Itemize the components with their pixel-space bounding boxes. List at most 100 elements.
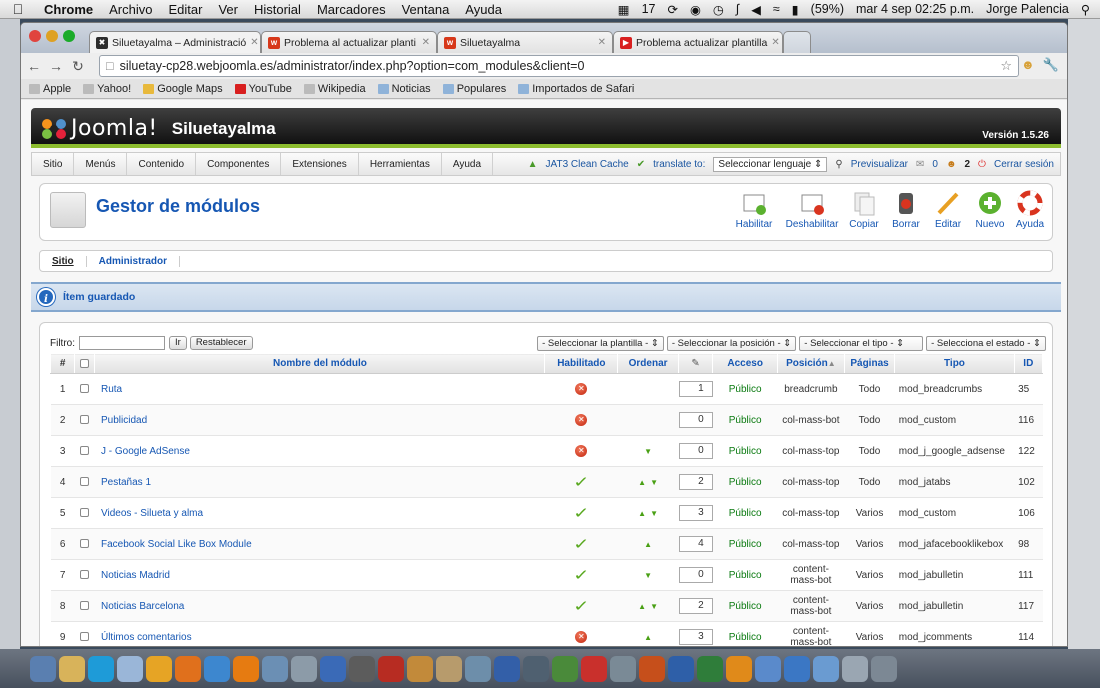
itunes-icon[interactable] (320, 655, 346, 682)
preview-link[interactable]: Previsualizar (851, 159, 908, 170)
order-input[interactable]: 0 (678, 412, 713, 428)
enable-button[interactable]: Habilitar (730, 190, 778, 230)
vlc-icon[interactable] (233, 655, 259, 682)
bookmark-yahoo[interactable]: Yahoo! (83, 83, 131, 95)
tab-problema-plantilla[interactable]: ▶ Problema actualizar plantilla ✕ (613, 31, 783, 53)
dropbox-icon[interactable] (755, 655, 781, 682)
access-link[interactable]: Público (712, 621, 778, 646)
extension-icon[interactable]: ☻ (1021, 57, 1035, 73)
timemachine-icon[interactable]: ◷ (711, 2, 726, 17)
trash-icon[interactable] (871, 655, 897, 682)
reset-button[interactable]: Restablecer (189, 336, 253, 350)
safari-icon[interactable] (117, 655, 143, 682)
move-up-icon[interactable]: ▲ (638, 478, 646, 487)
filter-input[interactable] (79, 336, 165, 350)
move-down-icon[interactable]: ▼ (650, 602, 658, 611)
col-access[interactable]: Acceso (712, 353, 779, 374)
bookmark-google-maps[interactable]: Google Maps (143, 83, 223, 95)
calendar-icon[interactable] (291, 655, 317, 682)
col-order[interactable]: Ordenar (617, 353, 679, 374)
module-name-link[interactable]: Noticias Madrid (94, 559, 545, 591)
excel-icon[interactable] (697, 655, 723, 682)
bluetooth-icon[interactable]: ∫ (734, 2, 741, 16)
menu-ayuda[interactable]: Ayuda (442, 153, 494, 175)
tab-problema-actualizar[interactable]: w Problema al actualizar planti ✕ (261, 31, 437, 53)
bookmark-youtube[interactable]: YouTube (234, 83, 292, 95)
move-up-icon[interactable]: ▲ (638, 602, 646, 611)
move-down-icon[interactable]: ▼ (644, 571, 652, 580)
edit-button[interactable]: Editar (924, 190, 972, 230)
preview-icon[interactable] (262, 655, 288, 682)
access-link[interactable]: Público (712, 404, 778, 436)
bookmark-wikipedia[interactable]: Wikipedia (303, 83, 366, 95)
forward-icon[interactable]: → (47, 58, 65, 74)
module-name-link[interactable]: Ruta (94, 373, 545, 405)
clock[interactable]: mar 4 sep 02:25 p.m. (854, 2, 976, 16)
access-link[interactable]: Público (712, 373, 778, 405)
move-down-icon[interactable]: ▼ (650, 509, 658, 518)
wifi-icon[interactable]: ≈ (771, 2, 782, 16)
volume-icon[interactable]: ◀ (749, 2, 763, 17)
save-order-icon[interactable]: ✎ (691, 358, 699, 369)
order-input[interactable]: 3 (678, 629, 713, 645)
enabled-check-icon[interactable]: ✓ (573, 597, 589, 615)
photobooth-icon[interactable] (378, 655, 404, 682)
enabled-check-icon[interactable]: ✓ (573, 504, 589, 522)
col-type[interactable]: Tipo (894, 353, 1015, 374)
check-all-checkbox[interactable] (80, 358, 90, 368)
acrobat-icon[interactable] (581, 655, 607, 682)
tab-siluetayalma[interactable]: w Siluetayalma ✕ (437, 31, 613, 53)
col-enabled[interactable]: Habilitado (544, 353, 619, 374)
bookmark-apple[interactable]: Apple (29, 83, 71, 95)
access-link[interactable]: Público (712, 559, 778, 591)
bookmark-noticias[interactable]: Noticias (377, 83, 431, 95)
menu-herramientas[interactable]: Herramientas (359, 153, 442, 175)
menu-archivo[interactable]: Archivo (101, 2, 160, 17)
access-link[interactable]: Público (712, 435, 778, 467)
menu-componentes[interactable]: Componentes (196, 153, 282, 175)
menu-historial[interactable]: Historial (246, 2, 309, 17)
adobe-icon[interactable]: ▦ (616, 2, 632, 17)
close-tab-icon[interactable]: ✕ (767, 37, 779, 48)
terminal-icon[interactable] (523, 655, 549, 682)
menu-sitio[interactable]: Sitio (32, 153, 75, 175)
close-tab-icon[interactable]: ✕ (594, 37, 606, 48)
photos-icon[interactable] (436, 655, 462, 682)
col-save-order[interactable]: ✎ (677, 353, 714, 374)
system-prefs-icon[interactable] (610, 655, 636, 682)
access-link[interactable]: Público (712, 497, 778, 529)
menu-ver[interactable]: Ver (210, 2, 246, 17)
ichat-icon[interactable] (204, 655, 230, 682)
spotlight-icon[interactable]: ⚲ (1079, 2, 1092, 17)
menu-extensiones[interactable]: Extensiones (281, 153, 359, 175)
module-name-link[interactable]: Publicidad (94, 404, 545, 436)
powerpoint-icon[interactable] (639, 655, 665, 682)
disabled-x-icon[interactable]: ✕ (575, 383, 588, 395)
wrench-icon[interactable]: 🔧 (1043, 57, 1059, 73)
logout-link[interactable]: Cerrar sesión (994, 159, 1054, 170)
disable-button[interactable]: Deshabilitar (782, 190, 842, 230)
disabled-x-icon[interactable]: ✕ (575, 631, 588, 643)
module-name-link[interactable]: J - Google AdSense (94, 435, 545, 467)
documents-icon[interactable] (842, 655, 868, 682)
copy-button[interactable]: Copiar (840, 190, 888, 230)
row-checkbox[interactable] (80, 384, 90, 394)
notes-icon[interactable] (407, 655, 433, 682)
type-select[interactable]: - Seleccionar el tipo - ⇕ (799, 335, 924, 351)
position-select[interactable]: - Seleccionar la posición - ⇕ (666, 335, 797, 351)
new-tab-button[interactable] (783, 31, 811, 53)
language-select[interactable]: Seleccionar lenguaje ⇕ (713, 156, 828, 172)
module-name-link[interactable]: Últimos comentarios (94, 621, 545, 646)
menu-marcadores[interactable]: Marcadores (309, 2, 394, 17)
row-checkbox[interactable] (80, 446, 90, 456)
subnav-administrador[interactable]: Administrador (87, 255, 181, 267)
blackberry-icon[interactable] (349, 655, 375, 682)
word-icon[interactable] (668, 655, 694, 682)
menu-contenido[interactable]: Contenido (127, 153, 197, 175)
sync-icon[interactable]: ⟳ (666, 2, 680, 17)
order-input[interactable]: 2 (678, 598, 713, 614)
col-pages[interactable]: Páginas (843, 353, 896, 374)
apple-icon[interactable]:  (0, 1, 36, 17)
minimize-window-icon[interactable] (46, 30, 58, 42)
subnav-sitio[interactable]: Sitio (40, 255, 87, 267)
